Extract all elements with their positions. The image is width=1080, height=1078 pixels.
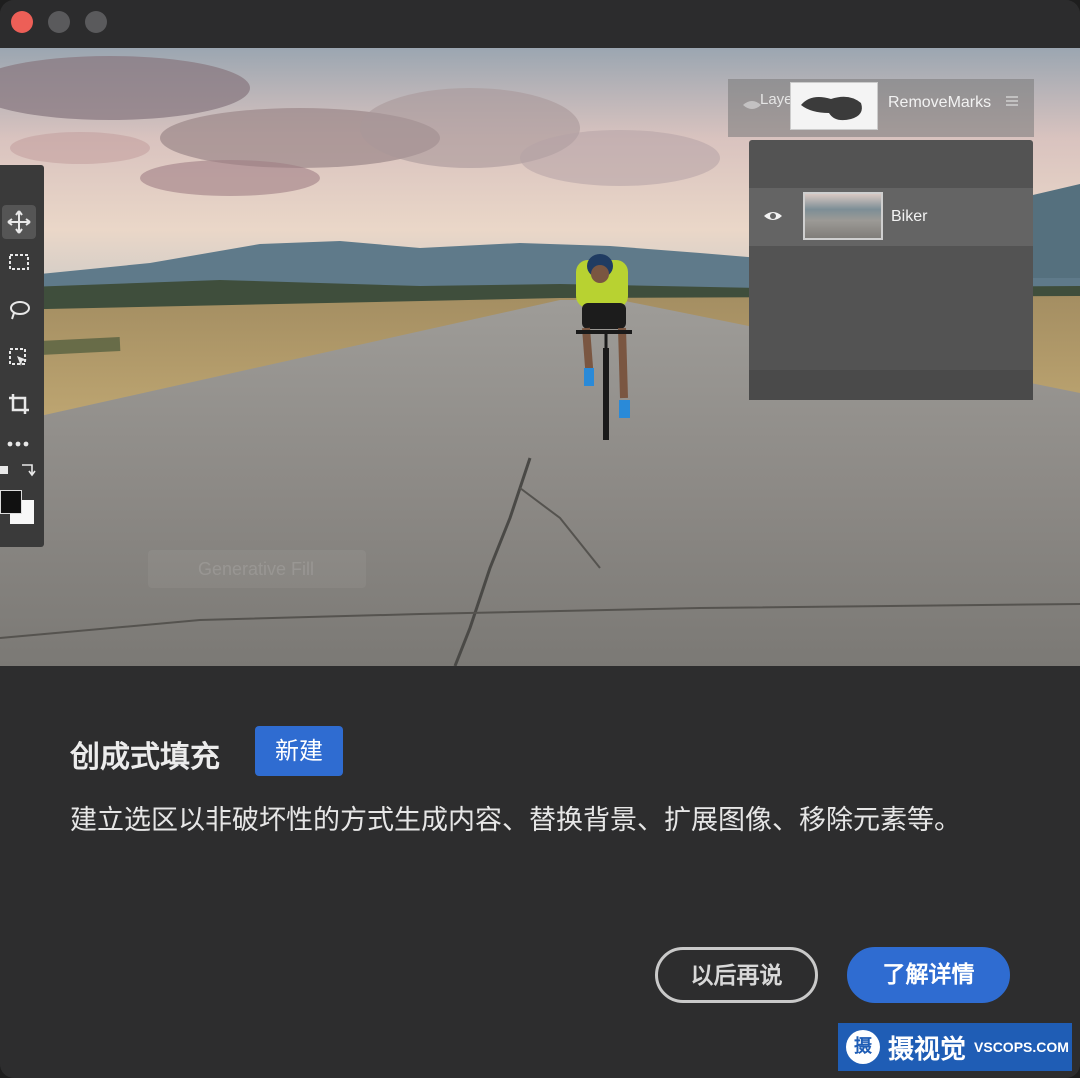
- close-window-button[interactable]: [11, 11, 33, 33]
- crop-tool-icon[interactable]: [2, 387, 36, 421]
- color-swatch-icon[interactable]: [0, 486, 40, 528]
- minimize-window-button[interactable]: [48, 11, 70, 33]
- watermark-site: VSCOPS.COM: [974, 1039, 1069, 1055]
- generative-fill-ghost-label: Generative Fill: [148, 550, 366, 588]
- biker-layer-thumbnail: [803, 192, 883, 240]
- layer-row-biker[interactable]: Biker: [749, 188, 1033, 246]
- whats-new-dialog-window: Generative Fill Biker Laye RemoveMarks 创…: [0, 0, 1080, 1078]
- feature-description: 建立选区以非破坏性的方式生成内容、替换背景、扩展图像、移除元素等。: [70, 805, 961, 836]
- layers-panel-header-label: Laye: [760, 91, 793, 108]
- layers-panel-footer: [749, 370, 1033, 400]
- watermark-name: 摄视觉: [888, 1034, 967, 1065]
- mask-thumbnail-icon: [790, 82, 878, 130]
- new-badge: 新建: [255, 726, 343, 776]
- hidden-eye-icon: [742, 97, 762, 116]
- later-button[interactable]: 以后再说: [655, 947, 818, 1003]
- more-tools-icon[interactable]: [2, 427, 36, 461]
- layers-panel: Biker: [749, 140, 1033, 400]
- tools-toolbar: [0, 165, 44, 547]
- feature-title: 创成式填充: [70, 740, 220, 775]
- title-bar: [0, 0, 1080, 48]
- dragging-layer-removemarks[interactable]: Laye RemoveMarks: [728, 79, 1034, 137]
- move-tool-icon[interactable]: [2, 205, 36, 239]
- maximize-window-button[interactable]: [85, 11, 107, 33]
- layer-name-biker: Biker: [891, 208, 928, 225]
- site-watermark: 摄 摄视觉 VSCOPS.COM: [838, 1023, 1072, 1071]
- dialog-content: [0, 666, 1080, 1078]
- layer-name-removemarks: RemoveMarks: [888, 94, 992, 111]
- lasso-tool-icon[interactable]: [2, 293, 36, 327]
- swap-colors-icon[interactable]: [0, 462, 40, 478]
- eye-icon[interactable]: [763, 208, 783, 227]
- drag-handle-icon[interactable]: [1005, 93, 1019, 112]
- object-select-tool-icon[interactable]: [2, 341, 36, 375]
- feature-preview-image: Generative Fill Biker Laye RemoveMarks: [0, 48, 1080, 666]
- marquee-tool-icon[interactable]: [2, 245, 36, 279]
- learn-more-button[interactable]: 了解详情: [847, 947, 1010, 1003]
- watermark-logo-icon: 摄: [846, 1030, 880, 1064]
